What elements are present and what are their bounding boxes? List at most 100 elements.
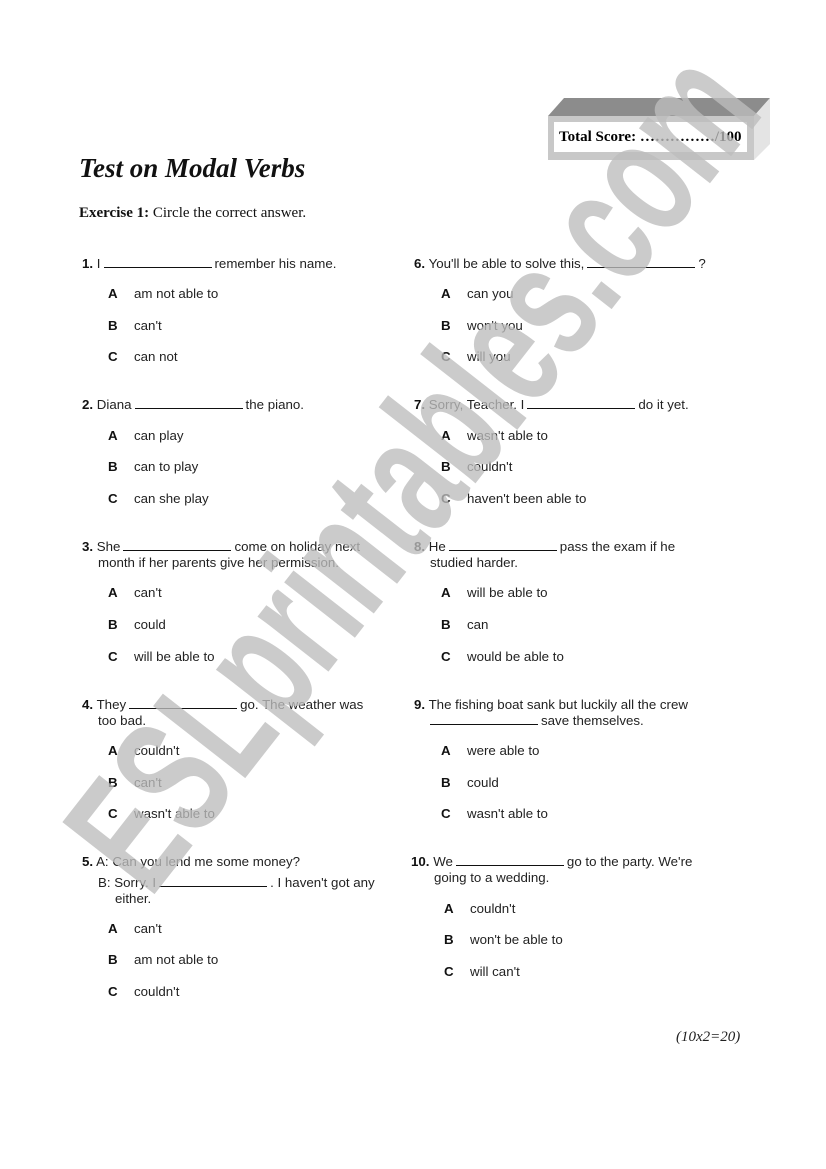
option-5c[interactable]: Ccouldn't <box>108 984 179 999</box>
question-text-continued: either. <box>115 891 152 906</box>
answer-blank[interactable] <box>129 697 238 709</box>
question-number: 1. <box>82 256 94 271</box>
option-letter: C <box>108 806 118 821</box>
question-number: 6. <box>414 256 426 271</box>
option-text: can't <box>134 585 162 600</box>
option-text: couldn't <box>134 743 180 758</box>
option-letter: C <box>441 349 451 364</box>
option-3c[interactable]: Cwill be able to <box>108 649 215 664</box>
option-letter: C <box>441 649 451 664</box>
option-2b[interactable]: Bcan to play <box>108 459 198 474</box>
option-3a[interactable]: Acan't <box>108 585 162 600</box>
option-6b[interactable]: Bwon't you <box>441 318 523 333</box>
option-9b[interactable]: Bcould <box>441 775 499 790</box>
option-letter: B <box>108 318 118 333</box>
option-letter: A <box>444 901 454 916</box>
question-text: They <box>96 697 127 712</box>
option-4c[interactable]: Cwasn't able to <box>108 806 215 821</box>
option-5a[interactable]: Acan't <box>108 921 162 936</box>
option-text: would be able to <box>467 649 564 664</box>
option-8b[interactable]: Bcan <box>441 617 488 632</box>
option-letter: A <box>108 585 118 600</box>
option-letter: C <box>441 491 451 506</box>
answer-blank[interactable] <box>448 539 557 551</box>
question-text: A: Can you lend me some money? <box>96 854 301 869</box>
question-dialogue-line: B: Sorry. I . I haven't got any <box>82 875 392 891</box>
option-letter: C <box>441 806 451 821</box>
question-text: The fishing boat sank but luckily all th… <box>428 697 688 712</box>
option-text: couldn't <box>467 459 513 474</box>
option-letter: C <box>108 349 118 364</box>
option-1a[interactable]: Aam not able to <box>108 286 218 301</box>
question-7: 7. Sorry, Teacher. I do it yet. <box>414 397 689 413</box>
question-number: 4. <box>82 697 94 712</box>
option-text: will you <box>467 349 511 364</box>
option-9c[interactable]: Cwasn't able to <box>441 806 548 821</box>
question-text-continued: going to a wedding. <box>434 870 550 885</box>
option-letter: B <box>108 775 118 790</box>
option-letter: B <box>108 952 118 967</box>
question-number: 2. <box>82 397 94 412</box>
answer-blank[interactable] <box>134 397 243 409</box>
question-text: . I haven't got any <box>270 875 375 890</box>
question-number: 7. <box>414 397 426 412</box>
question-number: 8. <box>414 539 426 554</box>
question-text: go to the party. We're <box>566 854 693 869</box>
option-3b[interactable]: Bcould <box>108 617 166 632</box>
answer-blank[interactable] <box>455 854 564 866</box>
answer-blank[interactable] <box>123 539 232 551</box>
option-text: am not able to <box>134 952 219 967</box>
exercise-label: Exercise 1: <box>79 205 150 221</box>
answer-blank[interactable] <box>587 256 696 268</box>
option-letter: A <box>441 585 451 600</box>
question-3: 3. She come on holiday next month if her … <box>82 539 382 571</box>
question-text: save themselves. <box>541 713 644 728</box>
option-6a[interactable]: Acan you <box>441 286 514 301</box>
question-text: Sorry, Teacher. I <box>428 397 525 412</box>
option-7c[interactable]: Chaven't been able to <box>441 491 586 506</box>
question-4: 4. They go. The weather was too bad. <box>82 697 382 729</box>
option-6c[interactable]: Cwill you <box>441 349 511 364</box>
option-7a[interactable]: Awasn't able to <box>441 428 548 443</box>
option-letter: A <box>441 428 451 443</box>
answer-blank[interactable] <box>430 713 538 725</box>
option-letter: C <box>108 649 118 664</box>
option-10c[interactable]: Cwill can't <box>444 964 520 979</box>
question-text: ? <box>698 256 706 271</box>
option-text: haven't been able to <box>467 491 587 506</box>
option-letter: A <box>108 286 118 301</box>
option-text: can she play <box>134 491 209 506</box>
option-9a[interactable]: Awere able to <box>441 743 539 758</box>
question-text: remember his name. <box>214 256 337 271</box>
answer-blank[interactable] <box>159 875 268 887</box>
option-4a[interactable]: Acouldn't <box>108 743 179 758</box>
question-text: pass the exam if he <box>559 539 676 554</box>
option-letter: C <box>444 964 454 979</box>
option-10b[interactable]: Bwon't be able to <box>444 932 563 947</box>
option-text: won't you <box>467 318 523 333</box>
option-7b[interactable]: Bcouldn't <box>441 459 512 474</box>
option-8a[interactable]: Awill be able to <box>441 585 548 600</box>
answer-blank[interactable] <box>103 256 212 268</box>
option-letter: B <box>441 318 451 333</box>
option-2c[interactable]: Ccan she play <box>108 491 209 506</box>
option-8c[interactable]: Cwould be able to <box>441 649 564 664</box>
option-2a[interactable]: Acan play <box>108 428 184 443</box>
score-box-side-face <box>754 98 770 160</box>
option-text: will be able to <box>134 649 215 664</box>
option-1c[interactable]: Ccan not <box>108 349 178 364</box>
option-5b[interactable]: Bam not able to <box>108 952 218 967</box>
option-10a[interactable]: Acouldn't <box>444 901 515 916</box>
answer-blank[interactable] <box>527 397 636 409</box>
question-text: She <box>96 539 121 554</box>
option-4b[interactable]: Bcan't <box>108 775 162 790</box>
question-text: come on holiday next <box>234 539 361 554</box>
question-2: 2. Diana the piano. <box>82 397 304 413</box>
option-text: couldn't <box>134 984 180 999</box>
option-1b[interactable]: Bcan't <box>108 318 162 333</box>
option-text: wasn't able to <box>467 806 548 821</box>
question-number: 10. <box>411 854 430 869</box>
score-field[interactable]: Total Score: ……………/100 <box>554 122 747 152</box>
total-score-box: Total Score: ……………/100 <box>548 98 770 162</box>
question-text: Diana <box>96 397 132 412</box>
